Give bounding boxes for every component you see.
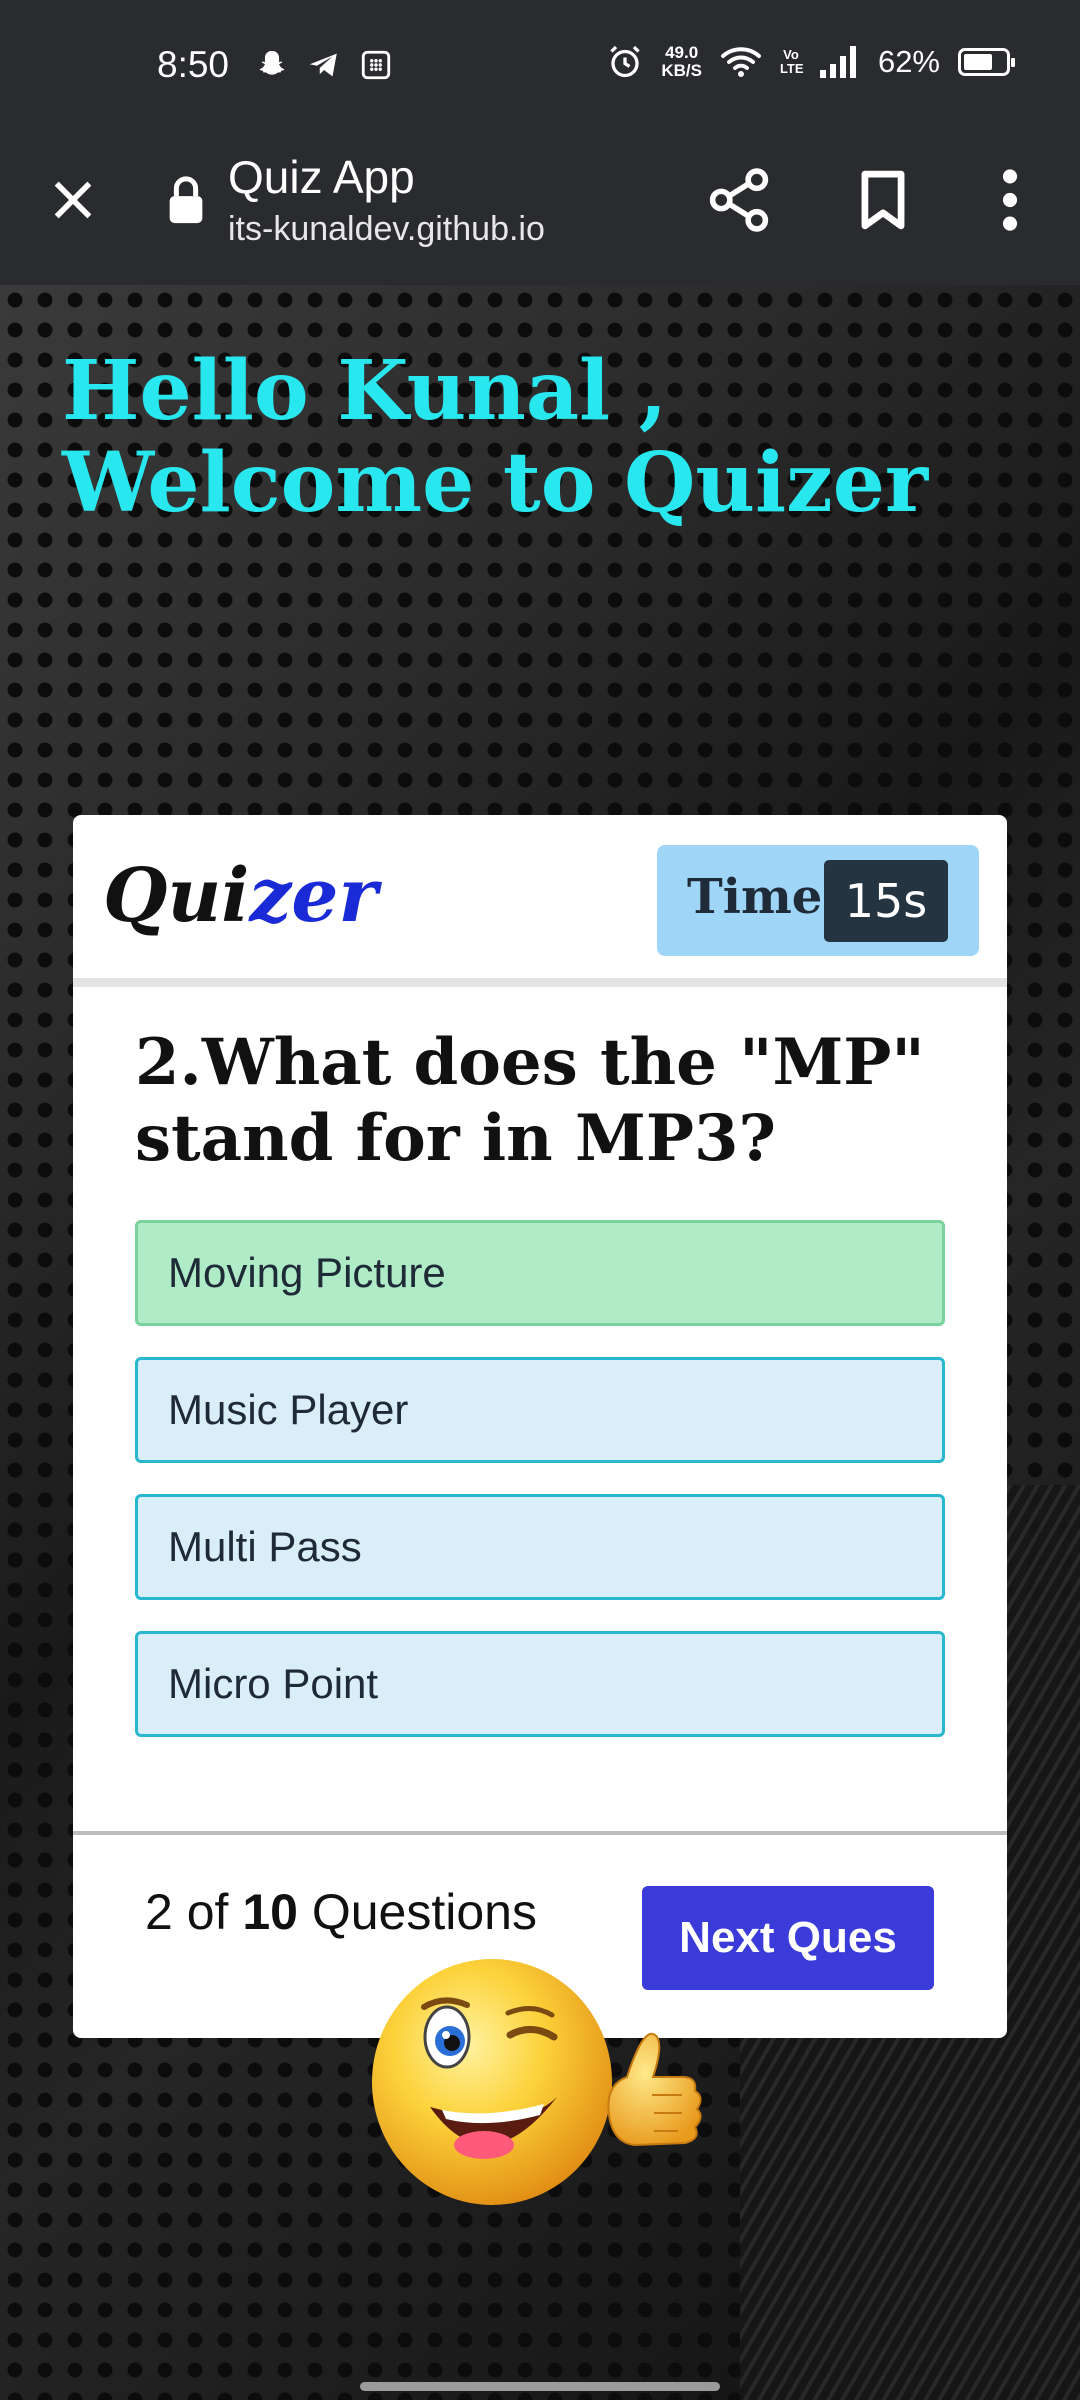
volte-label: Vo LTE — [779, 47, 804, 76]
page-title: Quiz App — [228, 151, 415, 203]
question-text: 2.What does the "MP" stand for in MP3? — [135, 1025, 925, 1176]
net-speed: 49.0 KB/S — [661, 44, 702, 80]
signal-icon — [819, 46, 856, 78]
quizer-logo: Quizer — [103, 853, 377, 939]
battery-icon — [958, 48, 1015, 76]
counter-current: 2 — [145, 1884, 173, 1940]
status-right-icons: 49.0 KB/S Vo LTE 62% — [607, 44, 1015, 80]
logo-part1: Qui — [103, 853, 250, 939]
timer: Time 15s — [657, 845, 979, 956]
bookmark-icon[interactable] — [855, 169, 911, 231]
quiz-card-header: Quizer Time 15s — [73, 815, 1007, 987]
option-multi-pass[interactable]: Multi Pass — [135, 1494, 945, 1600]
winking-thumbs-up-emoji — [372, 1959, 702, 2205]
option-micro-point[interactable]: Micro Point — [135, 1631, 945, 1737]
counter-total: 10 — [242, 1884, 298, 1940]
status-time: 8:50 — [157, 44, 230, 85]
alarm-icon — [610, 45, 640, 78]
battery-percent: 62% — [877, 44, 940, 79]
option-moving-picture[interactable]: Moving Picture — [135, 1220, 945, 1326]
counter-of: of — [186, 1884, 229, 1940]
page-url[interactable]: its-kunaldev.github.io — [228, 210, 545, 249]
browser-toolbar: Quiz App its-kunaldev.github.io — [0, 135, 1080, 285]
counter-suffix: Questions — [311, 1884, 537, 1940]
quiz-card: Quizer Time 15s 2.What does the "MP" sta… — [73, 815, 1007, 2038]
timer-value: 15s — [824, 860, 948, 942]
close-icon[interactable] — [45, 172, 101, 228]
option-music-player[interactable]: Music Player — [135, 1357, 945, 1463]
status-bar: 8:50 49.0 KB/S Vo LTE 62% — [0, 0, 1080, 135]
notification-icons — [255, 48, 393, 82]
calculator-icon — [361, 50, 391, 80]
net-speed-unit: KB/S — [661, 61, 702, 80]
wifi-icon — [721, 47, 761, 77]
snapchat-icon — [259, 50, 285, 75]
options-list: Moving Picture Music Player Multi Pass M… — [135, 1220, 945, 1768]
net-speed-value: 49.0 — [665, 43, 699, 62]
gesture-nav-handle[interactable] — [360, 2382, 720, 2391]
telegram-icon — [309, 53, 337, 77]
lock-icon[interactable] — [166, 175, 206, 225]
logo-part2: zer — [249, 853, 378, 939]
more-options-icon[interactable] — [990, 167, 1030, 233]
question-counter: 2 of 10 Questions — [145, 1883, 537, 1941]
timer-label: Time — [687, 869, 823, 925]
quiz-page: Hello Kunal , Welcome to Quizer Quizer T… — [0, 285, 1080, 2400]
welcome-heading: Hello Kunal , Welcome to Quizer — [62, 343, 929, 531]
share-icon[interactable] — [708, 167, 770, 233]
